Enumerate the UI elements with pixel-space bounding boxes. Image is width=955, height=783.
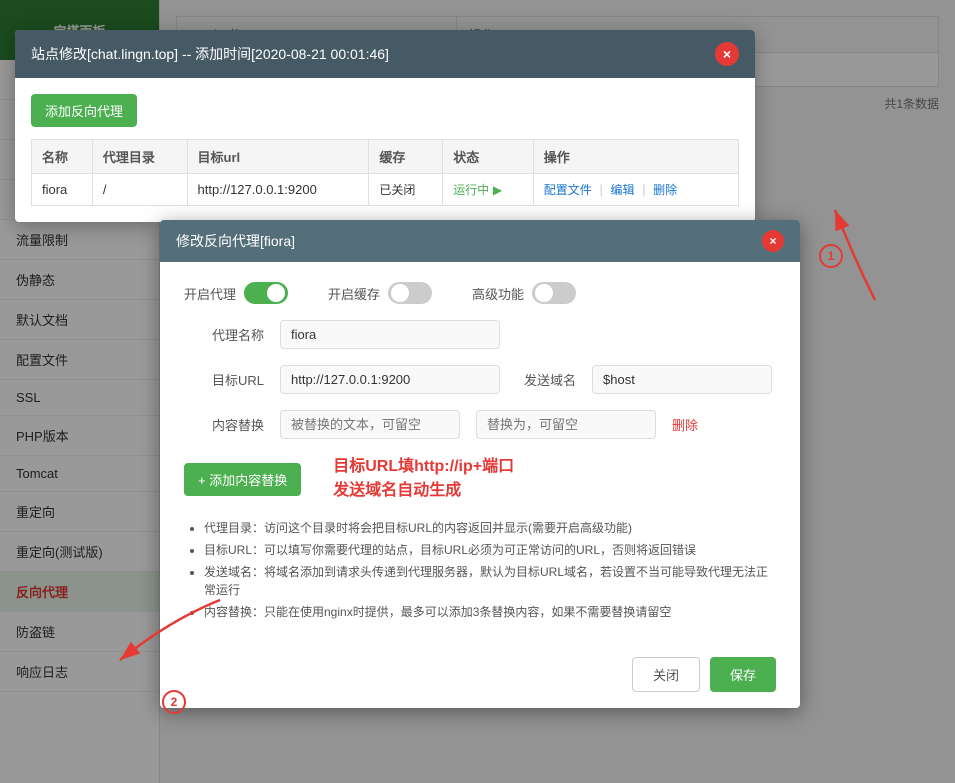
info-item-2: 发送域名：将域名添加到请求头传递到代理服务器，默认为目标URL域名，若设置不当可…: [204, 563, 776, 599]
site-dialog-title: 站点修改[chat.lingn.top] -- 添加时间[2020-08-21 …: [31, 44, 389, 64]
delete-replace-button[interactable]: 删除: [672, 415, 698, 434]
send-domain-input[interactable]: [592, 365, 772, 394]
toggle-row: 开启代理 开启缓存 高级功能: [184, 282, 776, 304]
hint-line2: 发送域名自动生成: [333, 479, 514, 503]
proxy-dialog-body: 开启代理 开启缓存 高级功能 代理名称: [160, 262, 800, 645]
cache-toggle-knob: [391, 284, 409, 302]
proxy-col-name: 名称: [32, 140, 93, 174]
replace-to-input[interactable]: [476, 410, 656, 439]
info-list: 代理目录：访问这个目录时将会把目标URL的内容返回并显示(需要开启高级功能) 目…: [184, 519, 776, 621]
proxy-col-url: 目标url: [187, 140, 369, 174]
edit-link[interactable]: 编辑: [610, 183, 634, 197]
url-row: 目标URL 发送域名: [184, 365, 776, 394]
enable-proxy-toggle[interactable]: [244, 282, 288, 304]
config-file-link[interactable]: 配置文件: [544, 183, 592, 197]
enable-proxy-label: 开启代理: [184, 284, 236, 303]
enable-proxy-group: 开启代理: [184, 282, 288, 304]
delete-proxy-link[interactable]: 删除: [653, 183, 677, 197]
add-content-button[interactable]: + 添加内容替换: [184, 463, 301, 496]
hint-line1: 目标URL填http://ip+端口: [333, 455, 514, 479]
replace-from-input[interactable]: [280, 410, 460, 439]
close-dialog-button[interactable]: 关闭: [632, 657, 700, 692]
proxy-action-cell: 配置文件 | 编辑 | 删除: [533, 174, 738, 206]
hint-block: 目标URL填http://ip+端口 发送域名自动生成: [333, 455, 514, 503]
proxy-table: 名称 代理目录 目标url 缓存 状态 操作 fiora / http://12…: [31, 139, 739, 206]
proxy-cache-cell: 已关闭: [369, 174, 443, 206]
site-dialog: 站点修改[chat.lingn.top] -- 添加时间[2020-08-21 …: [15, 30, 755, 222]
badge-1: 1: [819, 244, 843, 268]
proxy-name-row: 代理名称: [184, 320, 776, 349]
proxy-dialog-header: 修改反向代理[fiora] ×: [160, 220, 800, 262]
toggle-knob: [267, 284, 285, 302]
target-url-form-label: 目标URL: [184, 370, 264, 389]
proxy-name-input[interactable]: [280, 320, 500, 349]
proxy-dialog: 修改反向代理[fiora] × 开启代理 开启缓存 高级功能: [160, 220, 800, 708]
site-dialog-header: 站点修改[chat.lingn.top] -- 添加时间[2020-08-21 …: [15, 30, 755, 78]
proxy-col-cache: 缓存: [369, 140, 443, 174]
proxy-dir-cell: /: [92, 174, 187, 206]
proxy-dialog-title: 修改反向代理[fiora]: [176, 231, 295, 251]
enable-cache-label: 开启缓存: [328, 284, 380, 303]
add-content-row: + 添加内容替换 目标URL填http://ip+端口 发送域名自动生成: [184, 455, 776, 503]
target-url-input[interactable]: [280, 365, 500, 394]
badge-2: 2: [162, 690, 186, 714]
proxy-status-cell: 运行中 ▶: [443, 174, 534, 206]
proxy-name-form-label: 代理名称: [184, 325, 264, 344]
site-dialog-close-button[interactable]: ×: [715, 42, 739, 66]
send-domain-form-label: 发送域名: [516, 370, 576, 389]
proxy-action-links: 配置文件 | 编辑 | 删除: [544, 181, 728, 198]
enable-cache-group: 开启缓存: [328, 282, 432, 304]
info-item-0: 代理目录：访问这个目录时将会把目标URL的内容返回并显示(需要开启高级功能): [204, 519, 776, 537]
advanced-toggle[interactable]: [532, 282, 576, 304]
dialog-footer: 关闭 保存: [160, 645, 800, 708]
proxy-col-action: 操作: [533, 140, 738, 174]
advanced-toggle-knob: [535, 284, 553, 302]
info-item-1: 目标URL：可以填写你需要代理的站点，目标URL必须为可正常访问的URL，否则将…: [204, 541, 776, 559]
proxy-col-status: 状态: [443, 140, 534, 174]
proxy-url-cell: http://127.0.0.1:9200: [187, 174, 369, 206]
proxy-col-dir: 代理目录: [92, 140, 187, 174]
proxy-name-cell: fiora: [32, 174, 93, 206]
advanced-group: 高级功能: [472, 282, 576, 304]
proxy-table-row: fiora / http://127.0.0.1:9200 已关闭 运行中 ▶ …: [32, 174, 739, 206]
content-replace-form-label: 内容替换: [184, 415, 264, 434]
proxy-dialog-close-button[interactable]: ×: [762, 230, 784, 252]
save-dialog-button[interactable]: 保存: [710, 657, 776, 692]
enable-cache-toggle[interactable]: [388, 282, 432, 304]
content-replace-row: 内容替换 删除: [184, 410, 776, 439]
site-dialog-body: 添加反向代理 名称 代理目录 目标url 缓存 状态 操作 fiora / ht…: [15, 78, 755, 222]
advanced-label: 高级功能: [472, 284, 524, 303]
add-reverse-proxy-button[interactable]: 添加反向代理: [31, 94, 137, 127]
info-item-3: 内容替换：只能在使用nginx时提供，最多可以添加3条替换内容，如果不需要替换请…: [204, 603, 776, 621]
